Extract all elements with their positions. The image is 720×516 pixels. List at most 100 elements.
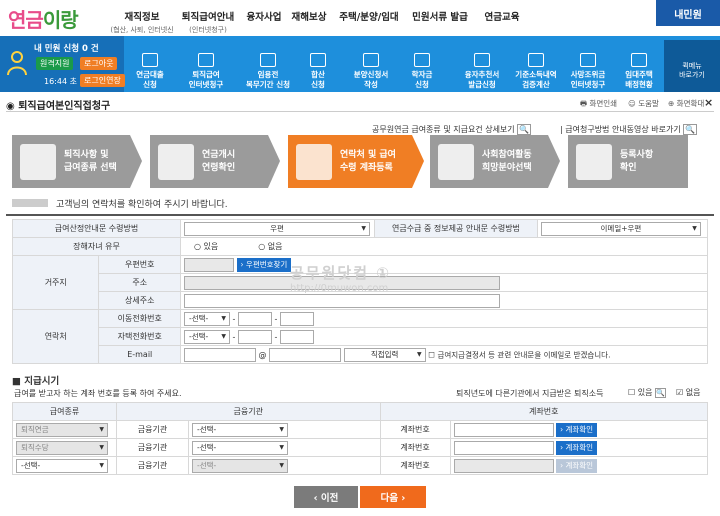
verify-account-button[interactable]: › 계좌확인 xyxy=(556,422,598,437)
email-domain-select[interactable]: 직접입력 xyxy=(343,347,426,362)
verify-account-button[interactable]: › 계좌확인 xyxy=(556,440,598,455)
next-button[interactable]: 다음 › xyxy=(360,486,426,508)
video-link[interactable]: | 급여청구방법 안내동영상 바로가기 🔍 xyxy=(560,124,698,135)
radio-yes[interactable]: ○ 있음 xyxy=(194,242,218,251)
account-input[interactable] xyxy=(453,422,554,437)
quick-label: 신청 xyxy=(143,80,157,89)
mobile-mid-input[interactable] xyxy=(237,311,272,326)
step-arrow xyxy=(268,135,280,188)
retire-no-label: 없음 xyxy=(685,388,701,397)
close-icon[interactable]: × xyxy=(704,96,713,109)
col-bank: 금융기관 xyxy=(116,402,381,421)
col-type: 급여종류 xyxy=(12,402,117,421)
notebook-icon xyxy=(20,143,56,180)
acct-label: 계좌번호 xyxy=(379,438,451,457)
account-row: -선택- 금융기관 -선택- 계좌번호 › 계좌확인 xyxy=(12,456,709,475)
quick-item-rental[interactable]: 임대주택 배정현황 xyxy=(614,40,664,90)
logout-button[interactable]: 로그아웃 xyxy=(80,57,118,70)
quick-label: 신청 xyxy=(415,80,429,89)
topnav-item-housing[interactable]: 주택/분양/임대 xyxy=(332,0,406,23)
topnav-sub: (인터넷청구) xyxy=(189,26,227,34)
topnav-item-documents[interactable]: 민원서류 발급 xyxy=(406,0,474,23)
contact-label: 연락처 xyxy=(11,309,100,364)
email-id-input[interactable] xyxy=(184,347,256,362)
remote-support-button[interactable]: 원격지원 xyxy=(36,57,74,70)
radio-yes-label: 있음 xyxy=(203,242,219,251)
home-last-input[interactable] xyxy=(279,329,314,344)
video-link-text: 급여청구방법 안내동영상 바로가기 xyxy=(565,125,681,134)
account-input[interactable] xyxy=(453,440,554,455)
user-icon xyxy=(7,51,27,76)
site-logo[interactable]: 연금이랑 xyxy=(8,4,79,33)
topnav-item-loan[interactable]: 융자사업 xyxy=(242,0,286,23)
bank-label: 금융기관 xyxy=(116,456,189,475)
radio-no[interactable]: ○ 없음 xyxy=(258,242,282,251)
home-cell: -선택- - - xyxy=(180,327,708,346)
help-label: 도움말 xyxy=(638,99,659,108)
quick-item-income-check[interactable]: 기준소득내역 검증계산 xyxy=(508,40,564,90)
email-checkbox[interactable]: ☐ xyxy=(428,350,435,359)
quick-more-label: 바로가기 xyxy=(679,71,705,79)
mobile-last-input[interactable] xyxy=(279,311,314,326)
home-mid-input[interactable] xyxy=(237,329,272,344)
bank-cell: -선택- xyxy=(188,456,381,475)
quick-menu-more-button[interactable]: 퀵메뉴 바로가기 xyxy=(664,40,720,92)
prev-button[interactable]: ‹ 이전 xyxy=(294,486,358,508)
mobile-cell: -선택- - - xyxy=(180,309,708,328)
type-select[interactable]: -선택- xyxy=(16,458,108,473)
address-detail-cell xyxy=(180,291,708,310)
quick-item-retire-claim[interactable]: 퇴직급여 인터넷청구 xyxy=(178,40,234,90)
zip-input[interactable] xyxy=(184,257,234,272)
quick-item-housing-apply[interactable]: 분양신청서 작성 xyxy=(346,40,396,90)
topnav-item-education[interactable]: 연금교육 xyxy=(474,0,530,23)
detail-link[interactable]: 공무원연금 급여종류 및 지급요건 상세보기 🔍 xyxy=(372,124,532,135)
account-table: 급여종류 금융기관 계좌번호 퇴직연금 금융기관 -선택- 계좌번호 › 계좌확… xyxy=(12,402,709,475)
quick-item-service-period[interactable]: 임용전 복무기간 신청 xyxy=(236,40,300,90)
disability-label: 장해자녀 유무 xyxy=(12,237,181,256)
topnav-item-accident[interactable]: 재해보상 xyxy=(286,0,332,23)
info-method-select[interactable]: 이메일+우편 xyxy=(540,221,701,236)
info-method-cell: 이메일+우편 xyxy=(536,219,709,238)
account-row: 퇴직연금 금융기관 -선택- 계좌번호 › 계좌확인 xyxy=(12,420,709,439)
step-label: 등록사항 xyxy=(620,149,654,160)
logo-text-b: 이랑 xyxy=(42,8,79,32)
watermark-url: http://0muwon.com xyxy=(290,283,389,294)
address-cell xyxy=(180,273,708,292)
greeting-text: 고객님의 연락처를 확인하여 주시기 바랍니다. xyxy=(56,200,228,210)
zip-search-button[interactable]: › 우편번호찾기 xyxy=(236,257,292,272)
step-2: 연금개시 연령확인 xyxy=(150,135,268,188)
retire-income-yes[interactable]: ☐ 있음 🔍 xyxy=(628,387,666,398)
home-prefix-select[interactable]: -선택- xyxy=(184,329,230,344)
notice-method-select[interactable]: 우편 xyxy=(184,221,370,236)
session-timer: 16:44 초 xyxy=(44,77,77,86)
mobile-prefix-select[interactable]: -선택- xyxy=(184,311,230,326)
print-button[interactable]: 🖶 화면인쇄 xyxy=(580,98,617,111)
acct-label: 계좌번호 xyxy=(379,456,451,475)
print-label: 화면인쇄 xyxy=(589,99,618,108)
documents-icon xyxy=(576,143,612,180)
bank-select[interactable]: -선택- xyxy=(192,440,288,455)
help-button[interactable]: ☺ 도움말 xyxy=(628,98,659,109)
quick-item-loan-recommend[interactable]: 융자추천서 발급신청 xyxy=(454,40,510,90)
residence-label: 거주지 xyxy=(11,255,100,310)
bank-select[interactable]: -선택- xyxy=(192,422,288,437)
step-label: 수령 계좌등록 xyxy=(340,162,393,173)
step-label: 퇴직사항 및 xyxy=(64,149,109,160)
topnav-item-retire[interactable]: 퇴직급여안내 (인터넷청구) xyxy=(174,0,242,35)
retire-income-no[interactable]: ☑ 없음 xyxy=(676,387,700,398)
building-icon xyxy=(631,53,647,67)
extend-login-button[interactable]: 로그인연장 xyxy=(80,74,125,87)
topnav-label: 재직정보 xyxy=(124,12,160,23)
zoom-button[interactable]: ⊕ 화면확대 xyxy=(668,98,704,109)
quick-item-pension-loan[interactable]: 연금대출 신청 xyxy=(128,40,172,90)
quick-item-scholarship[interactable]: 학자금 신청 xyxy=(402,40,442,90)
zip-label: 우편번호 xyxy=(98,255,181,274)
quick-item-merge[interactable]: 합산 신청 xyxy=(298,40,338,90)
laptop-icon xyxy=(198,53,214,67)
address-detail-input[interactable] xyxy=(184,293,500,308)
email-domain-input[interactable] xyxy=(269,347,342,362)
quick-item-condolence[interactable]: 사망조위금 인터넷청구 xyxy=(562,40,614,90)
my-requests-button[interactable]: 내민원 xyxy=(656,0,720,26)
search-icon: 🔍 xyxy=(655,388,666,398)
house-icon xyxy=(363,53,379,67)
